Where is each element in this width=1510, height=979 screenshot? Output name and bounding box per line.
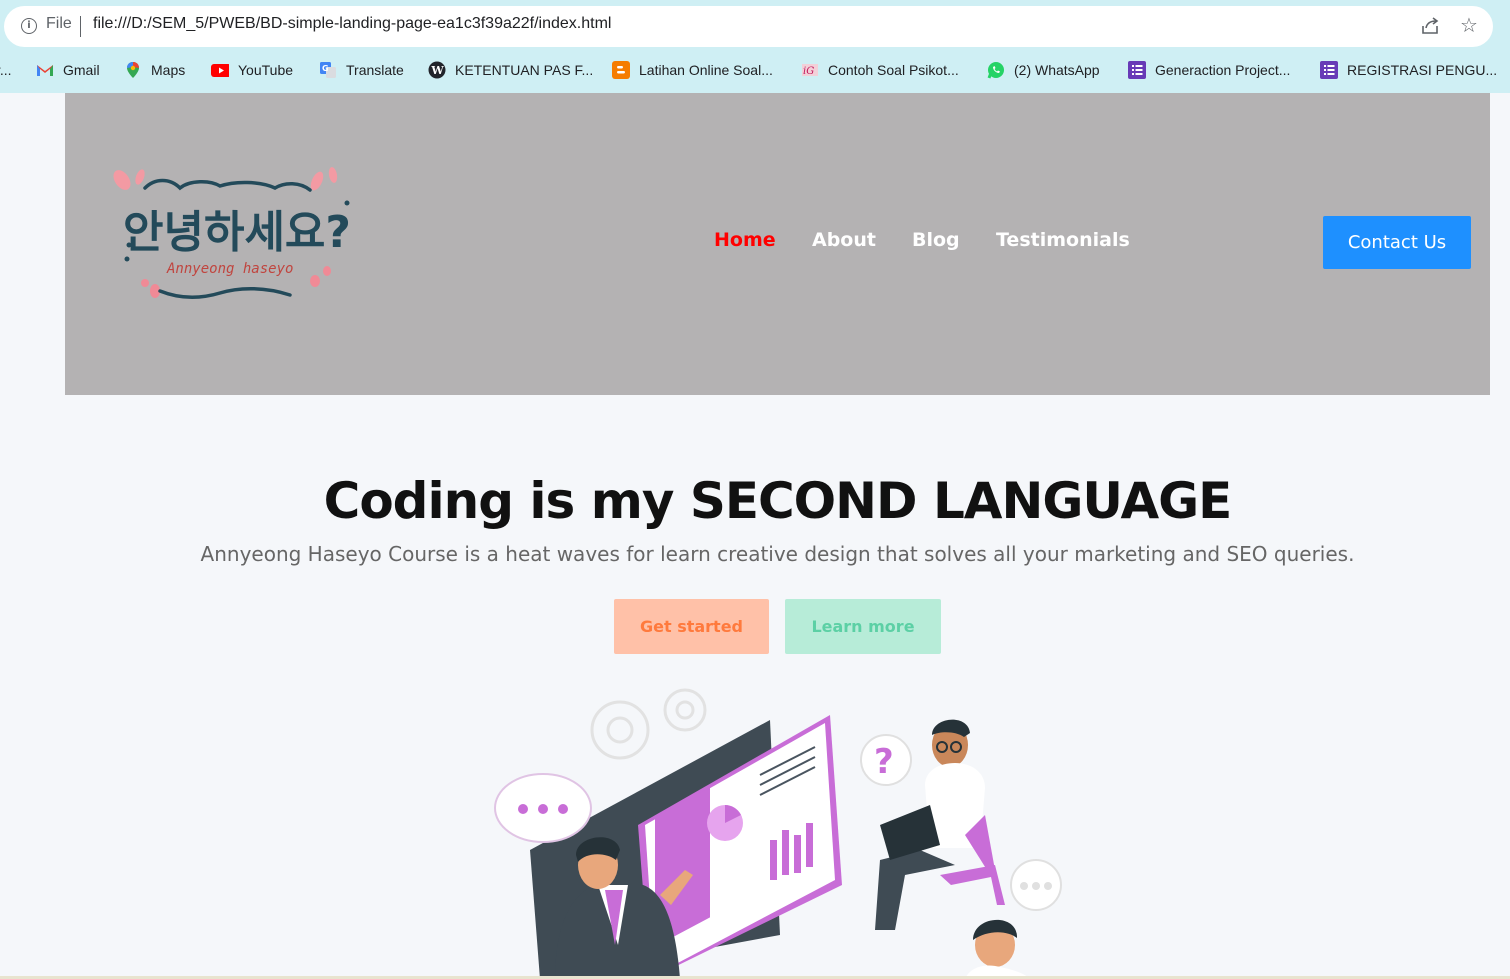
bookmark-ketentuan[interactable]: W KETENTUAN PAS F... [428,56,593,84]
bookmark-maps[interactable]: Maps [124,56,185,84]
nav-about[interactable]: About [812,229,876,251]
svg-text:W: W [430,64,444,77]
bookmark-youtube[interactable]: YouTube [211,56,293,84]
bookmark-contoh-soal[interactable]: iG Contoh Soal Psikot... [801,56,959,84]
browser-chrome: i File file:///D:/SEM_5/PWEB/BD-simple-l… [0,0,1510,93]
url-scheme-label: File [46,15,72,32]
logo-korean-text: 안녕하세요? [123,207,351,258]
gmail-icon [37,65,53,76]
bookmark-label: (2) WhatsApp [1014,62,1100,78]
chat-bubble-icon [494,773,592,843]
bookmark-latihan[interactable]: Latihan Online Soal... [612,56,773,84]
bookmark-label: Gmail [63,62,100,78]
forms-icon [1128,61,1146,79]
logo-latin-text: Annyeong haseyo [166,261,293,277]
bookmark-generaction[interactable]: Generaction Project... [1128,56,1290,84]
svg-text:G: G [322,64,329,73]
url-separator [80,16,81,37]
share-icon[interactable] [1420,16,1440,36]
bookmark-gmail[interactable]: Gmail [36,56,100,84]
svg-text:?: ? [874,742,894,782]
wordpress-icon: W [428,61,446,79]
gear-icon [590,688,707,760]
bookmark-whatsapp[interactable]: (2) WhatsApp [987,56,1100,84]
forms-icon [1320,61,1338,79]
bookmark-label: REGISTRASI PENGU... [1347,62,1498,78]
hero-title: Coding is my SECOND LANGUAGE [323,472,1233,530]
site-info-icon[interactable]: i [21,18,37,34]
bookmark-label: Contoh Soal Psikot... [828,62,959,78]
nav-blog[interactable]: Blog [912,229,960,251]
bookmark-label: Latihan Online Soal... [639,62,773,78]
bookmark-label: r... [0,62,12,78]
question-mark-icon: ? [860,734,912,786]
bookmark-star-icon[interactable]: ☆ [1460,14,1482,36]
bookmark-label: Generaction Project... [1155,62,1291,78]
youtube-icon [211,64,229,77]
bookmark-label: KETENTUAN PAS F... [455,62,594,78]
hero-subtitle: Annyeong Haseyo Course is a heat waves f… [200,542,1355,566]
nav-home[interactable]: Home [714,229,776,251]
bookmark-label: Translate [346,62,404,78]
hero-illustration: ? [494,688,1062,979]
bottom-person-icon [965,919,1030,979]
blogger-icon [612,61,630,79]
translate-icon: G [320,62,336,78]
bookmarks-bar: r... Gmail Maps YouTube [0,56,1510,84]
get-started-button[interactable]: Get started [614,599,769,654]
bookmark-item[interactable]: r... [0,56,12,84]
bookmark-label: Maps [151,62,186,78]
nav-testimonials[interactable]: Testimonials [996,229,1130,251]
site-header: 안녕하세요? Annyeong haseyo Home About Blog T… [65,93,1490,395]
bookmark-registrasi[interactable]: REGISTRASI PENGU... [1320,56,1497,84]
contact-us-button[interactable]: Contact Us [1323,216,1471,269]
learn-more-button[interactable]: Learn more [785,599,941,654]
maps-icon [127,62,139,78]
bookmark-translate[interactable]: G Translate [319,56,404,84]
chat-bubble-icon [1010,859,1062,911]
bookmark-label: YouTube [238,62,294,78]
url-text[interactable]: file:///D:/SEM_5/PWEB/BD-simple-landing-… [93,15,611,33]
svg-text:iG: iG [803,66,814,77]
whatsapp-icon [987,62,1004,79]
site-icon: iG [802,64,818,77]
site-logo[interactable]: 안녕하세요? Annyeong haseyo [105,163,365,313]
address-bar[interactable]: i File file:///D:/SEM_5/PWEB/BD-simple-l… [4,6,1493,47]
